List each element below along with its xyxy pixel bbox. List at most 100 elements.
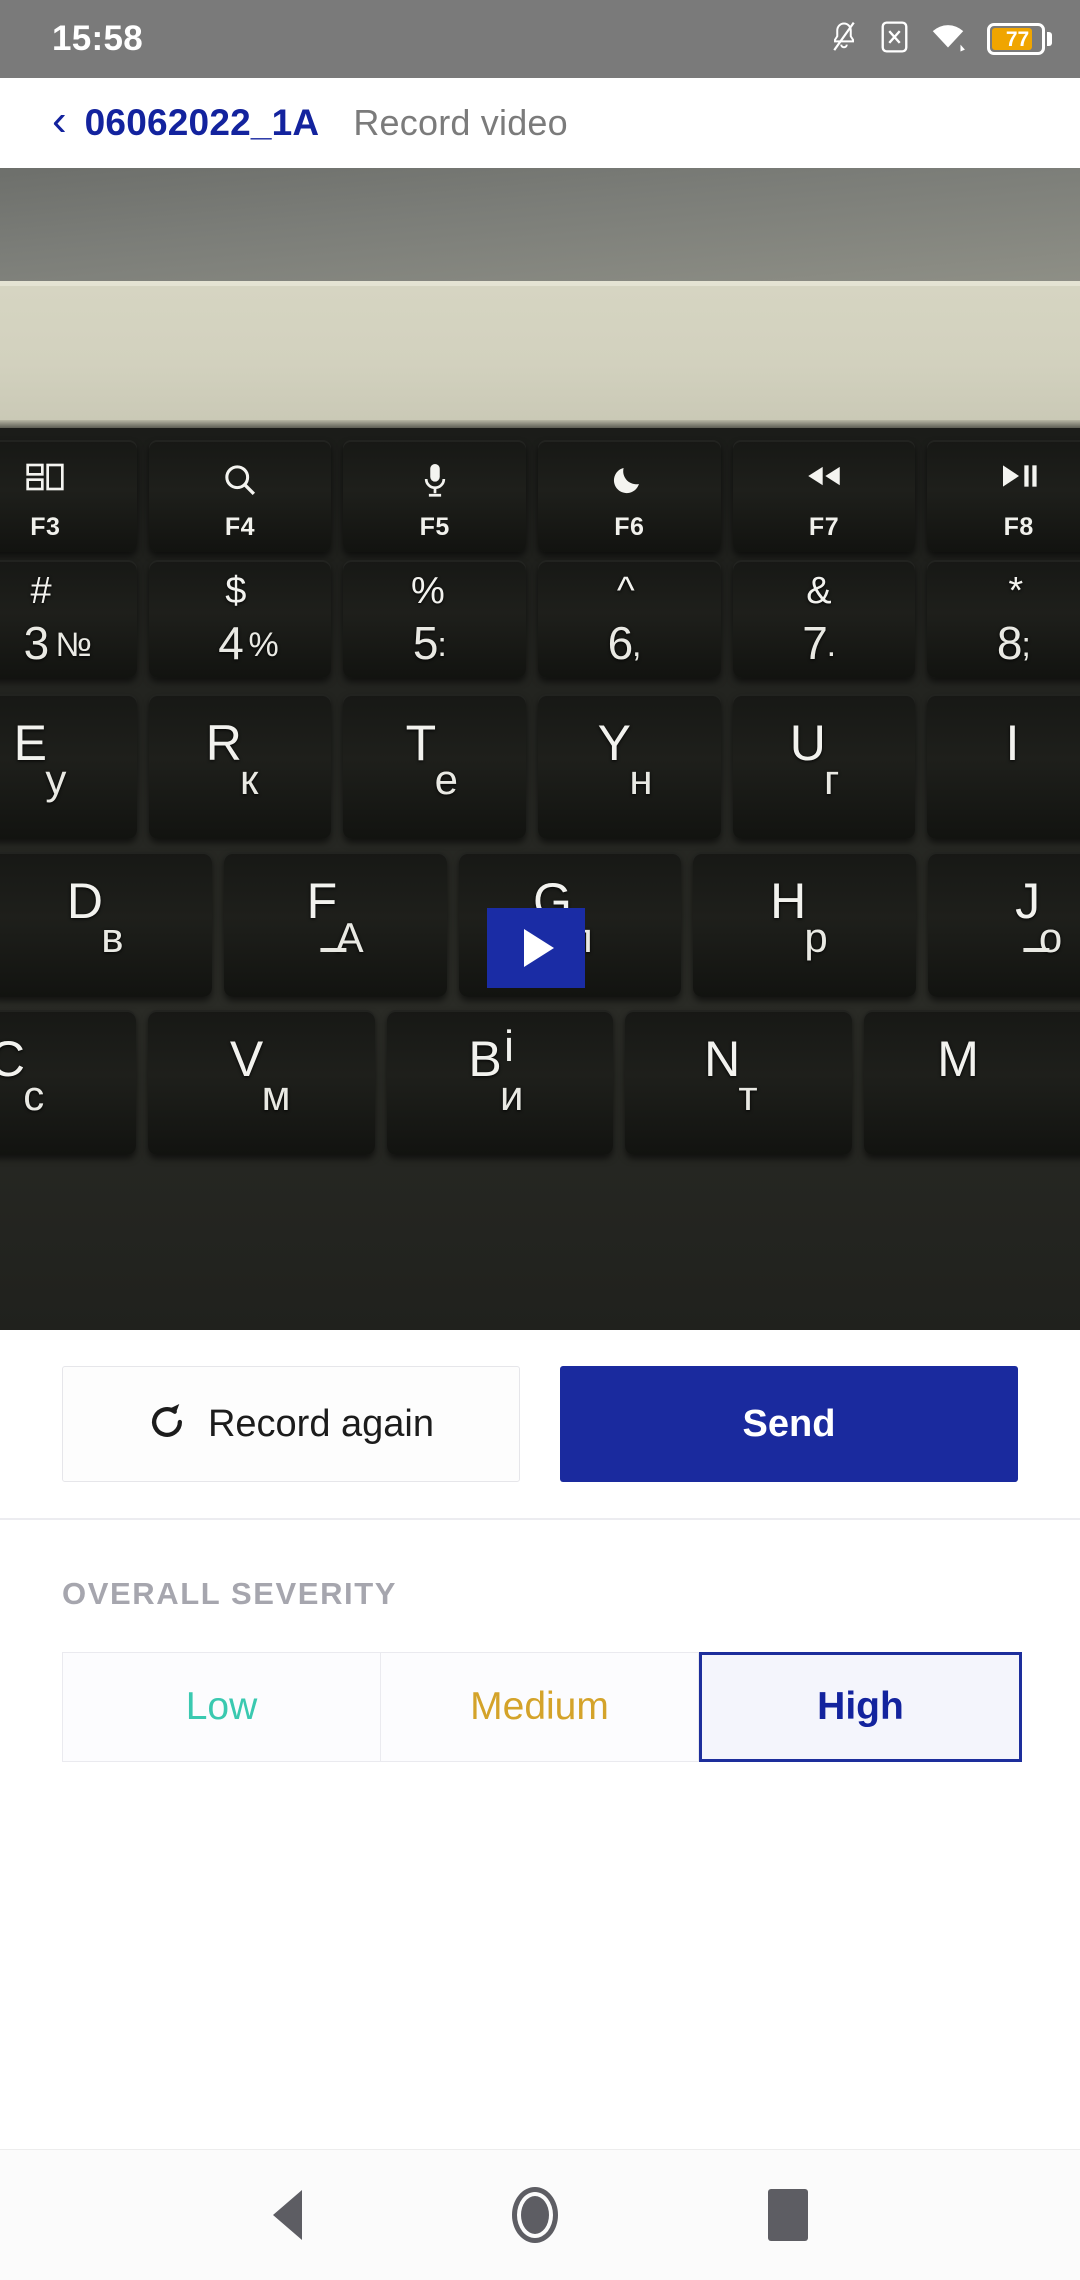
severity-option-high-label: High [817,1684,904,1728]
key-7-main: 7 [802,617,828,669]
key-v: V м [148,1010,375,1155]
nav-back-icon[interactable] [272,2190,302,2240]
key-u-latin: U [789,715,826,771]
nav-recents-icon[interactable] [767,2189,808,2241]
key-f-underscore-mark [320,948,347,952]
key-t-cyrillic: е [434,756,459,803]
key-f-latin: F [306,873,338,929]
video-preview[interactable]: F3 F4 F5 F6 F7 F8 # 3 № $ 4 % % 5: ^ 6 … [0,168,1080,1330]
key-f-cyrillic: А [335,914,364,961]
key-3-shift: # [30,570,52,612]
record-again-label: Record again [207,1402,435,1445]
key-v-latin: V [229,1031,264,1087]
key-m: M [863,1010,1080,1155]
key-8-alt: ; [1021,626,1031,664]
key-f8-label: F8 [1003,513,1034,541]
microphone-icon [343,462,526,500]
key-5-main: 5 [412,617,439,669]
key-t: T е [343,694,527,839]
laptop-lid-band [0,168,1080,283]
key-7-shift: & [806,570,832,612]
android-navigation-bar [0,2149,1080,2280]
key-c-cyrillic: с [23,1072,45,1119]
key-e-latin: E [13,715,47,771]
bell-muted-icon [829,20,859,59]
laptop-deck-band [0,286,1080,428]
status-bar-clock: 15:58 [52,19,144,58]
key-d-latin: D [66,873,104,929]
key-h-cyrillic: р [804,914,828,961]
key-u-cyrillic: г [824,756,840,803]
key-f3: F3 [0,440,137,552]
battery-body: 77 [987,23,1045,55]
severity-section-label: OVERALL SEVERITY [62,1575,398,1611]
key-v-cyrillic: м [261,1072,291,1119]
severity-option-low[interactable]: Low [62,1651,381,1762]
key-m-latin: M [937,1031,979,1087]
key-i: I [927,694,1080,839]
key-7-alt: . [826,626,837,664]
sim-no-card-icon [880,20,909,59]
chevron-left-icon: ‹ [52,96,67,145]
key-b-dotted-i-mark: і [504,1022,514,1071]
key-8-shift: * [1008,570,1024,612]
send-button[interactable]: Send [560,1366,1018,1482]
key-7: & 7 . [732,560,916,678]
play-button[interactable] [487,908,585,988]
status-bar-icons: 77 [829,20,1052,59]
key-3: # 3 № [0,560,137,678]
keyboard-number-row: # 3 № $ 4 % % 5 : ^ 6 , & 7 . * 8 ; [0,560,1080,678]
key-6-main: 6 [607,617,634,669]
key-4-shift: $ [225,570,247,612]
record-again-button[interactable]: Record again [62,1366,520,1482]
key-r-latin: R [205,715,242,771]
play-pause-icon [927,462,1080,490]
refresh-icon [148,1402,186,1447]
key-6-alt: , [631,626,642,664]
key-8: * 8 ; [927,560,1080,678]
key-3-main: 3 [23,617,50,669]
key-6: ^ 6 , [538,560,721,678]
key-i-latin: I [1005,715,1020,771]
key-b-latin: B [468,1031,502,1087]
key-c: C с [0,1010,137,1155]
severity-option-medium[interactable]: Medium [381,1651,699,1762]
key-f7: F7 [732,440,916,552]
key-h: H р [693,852,916,997]
moon-icon [538,462,721,496]
back-button-label: 06062022_1A [84,102,320,143]
key-f6-label: F6 [614,513,645,541]
severity-option-low-label: Low [185,1684,258,1728]
key-j-cyrillic: о [1038,914,1063,961]
play-icon [524,929,554,967]
key-b-cyrillic: и [500,1072,524,1119]
key-y: Y н [538,694,721,839]
status-bar: 15:58 77 [0,0,1080,78]
search-icon [149,462,332,498]
nav-home-icon[interactable] [511,2187,558,2243]
key-e-cyrillic: у [45,756,67,803]
key-t-latin: T [405,715,437,771]
key-4-main: 4 [218,617,244,669]
battery-icon: 77 [987,23,1052,55]
key-f5-label: F5 [419,513,450,541]
key-f3-label: F3 [30,513,61,541]
key-6-shift: ^ [616,570,635,612]
key-8-main: 8 [996,617,1023,669]
keyboard-area: F3 F4 F5 F6 F7 F8 # 3 № $ 4 % % 5: ^ 6 … [0,428,1080,1330]
key-y-latin: Y [597,715,632,771]
key-b: і B и [386,1010,614,1155]
key-j: J о [927,852,1080,997]
key-f7-label: F7 [808,513,840,541]
severity-option-high[interactable]: High [699,1651,1022,1762]
key-f4-label: F4 [224,513,256,541]
key-n: N т [625,1010,852,1155]
key-c-latin: C [0,1031,26,1087]
key-j-latin: J [1015,873,1041,929]
keyboard-letter-row-bottom: C с V м і B и N т M [0,1010,1080,1155]
back-button[interactable]: ‹ 06062022_1A [52,96,320,145]
key-d-cyrillic: в [101,914,124,961]
key-r-cyrillic: к [240,756,259,803]
key-h-latin: H [770,873,807,929]
severity-section: OVERALL SEVERITY Low Medium High [0,1519,1080,2149]
